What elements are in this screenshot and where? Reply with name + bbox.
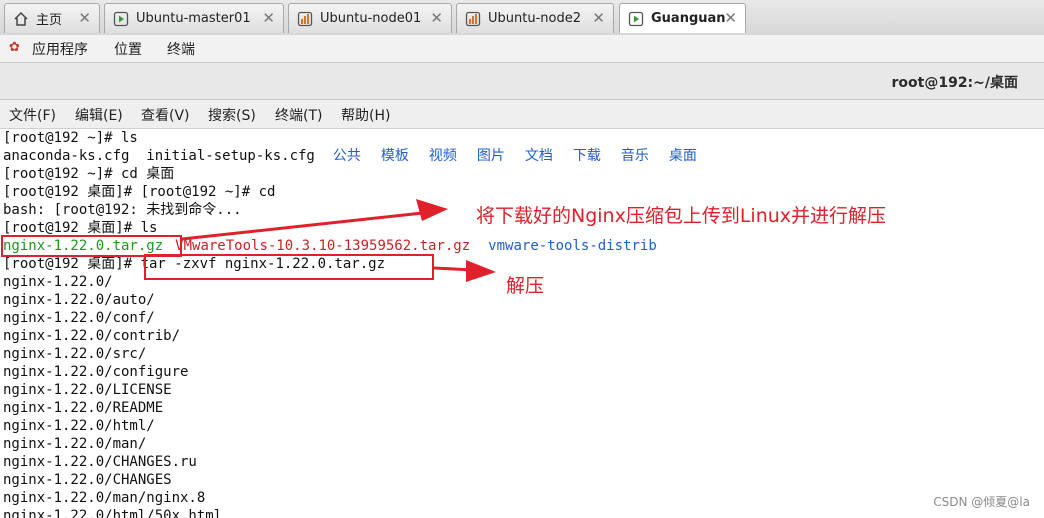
vm-running-icon: [628, 11, 644, 26]
close-icon[interactable]: ✕: [430, 10, 443, 26]
panel-places[interactable]: 位置: [114, 39, 142, 59]
tab-ubuntu-node01[interactable]: Ubuntu-node01 ✕: [288, 3, 452, 33]
arrow-extract: [433, 260, 496, 282]
tab-label: Ubuntu-master01: [136, 11, 251, 26]
tab-ubuntu-node2[interactable]: Ubuntu-node2 ✕: [456, 3, 614, 33]
menu-edit[interactable]: 编辑(E): [75, 105, 123, 125]
tab-bar: 主页 ✕ Ubuntu-master01 ✕ Ubuntu-node01 ✕ U…: [0, 0, 1044, 36]
menu-terminal[interactable]: 终端(T): [275, 105, 322, 125]
terminal-area[interactable]: [root@192 ~]# ls anaconda-ks.cfg initial…: [0, 129, 1044, 518]
home-icon: [14, 11, 28, 26]
vm-icon: [113, 11, 129, 26]
tab-label: Ubuntu-node01: [320, 11, 422, 26]
menu-search[interactable]: 搜索(S): [208, 105, 256, 125]
watermark: CSDN @倾夏@la: [933, 495, 1030, 509]
menu-file[interactable]: 文件(F): [9, 105, 56, 125]
close-icon[interactable]: ✕: [724, 10, 737, 26]
tab-label: 主页: [36, 13, 63, 28]
window-title: root@192:~/桌面: [891, 75, 1019, 91]
tab-label: Guanguan: [651, 11, 726, 26]
menu-view[interactable]: 查看(V): [141, 105, 190, 125]
apps-icon: ✿: [9, 40, 20, 55]
terminal-menubar: 文件(F) 编辑(E) 查看(V) 搜索(S) 终端(T) 帮助(H): [0, 100, 1044, 129]
window-titlebar: root@192:~/桌面: [0, 63, 1044, 100]
close-icon[interactable]: ✕: [592, 10, 605, 26]
panel-terminal[interactable]: 终端: [167, 39, 195, 59]
tab-label: Ubuntu-node2: [488, 11, 581, 26]
vm-icon: [465, 11, 481, 26]
desktop-panel: ✿ 应用程序 位置 终端: [0, 35, 1044, 63]
tab-guanguan[interactable]: Guanguan ✕: [619, 3, 746, 33]
close-icon[interactable]: ✕: [78, 10, 91, 26]
arrow-upload: [181, 199, 448, 241]
menu-help[interactable]: 帮助(H): [341, 105, 390, 125]
panel-applications[interactable]: 应用程序: [32, 39, 88, 59]
tab-home[interactable]: 主页 ✕: [4, 3, 100, 33]
close-icon[interactable]: ✕: [262, 10, 275, 26]
vm-icon: [297, 11, 313, 26]
tab-ubuntu-master01[interactable]: Ubuntu-master01 ✕: [104, 3, 284, 33]
annotation-arrows: [181, 199, 496, 282]
